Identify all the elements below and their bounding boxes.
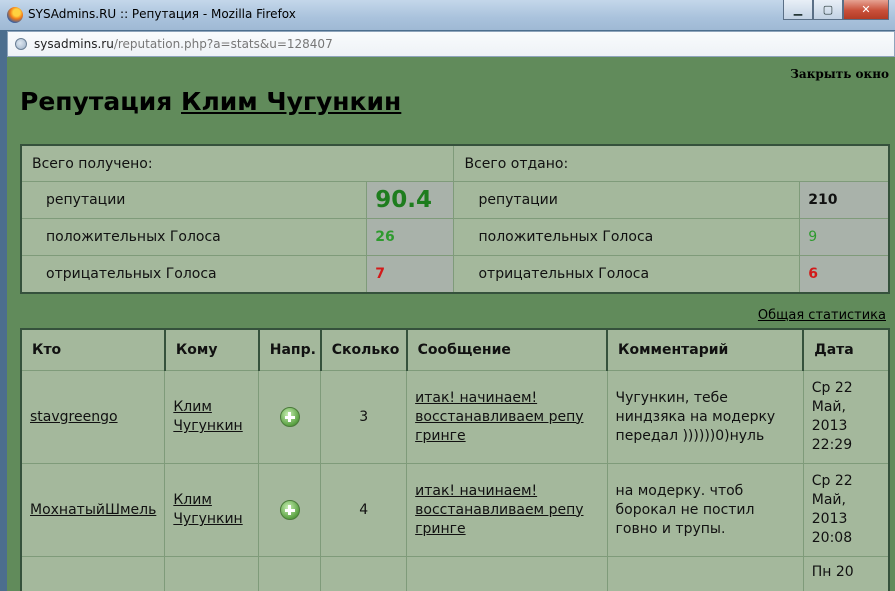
maximize-button[interactable]: ▢: [813, 0, 843, 20]
col-direction: Напр.: [258, 328, 322, 371]
minimize-button[interactable]: ▁: [783, 0, 813, 20]
col-amount: Сколько: [320, 328, 408, 371]
address-url[interactable]: sysadmins.ru/reputation.php?a=stats&u=12…: [34, 37, 333, 51]
address-domain: sysadmins.ru: [34, 37, 114, 51]
direction-cell: [258, 370, 322, 464]
plus-icon: [279, 407, 300, 427]
message-link[interactable]: итак! начинаем! восстанавливаем репу гри…: [415, 483, 583, 537]
who-cell: [20, 556, 166, 591]
globe-icon: [15, 38, 27, 50]
reputation-summary-table: Всего получено: Всего отдано: репутации …: [20, 144, 890, 294]
general-stats-link[interactable]: Общая статистика: [758, 308, 886, 323]
message-cell: итак! начинаем! восстанавливаем репу гри…: [406, 370, 608, 464]
page-content: Закрыть окно Репутация Клим Чугункин Все…: [7, 57, 895, 591]
col-message: Сообщение: [406, 328, 609, 371]
col-date: Дата: [802, 328, 890, 371]
received-positive-label: положительных Голоса: [20, 218, 368, 256]
amount-cell: 4: [320, 463, 408, 557]
address-bar[interactable]: sysadmins.ru/reputation.php?a=stats&u=12…: [7, 31, 895, 57]
close-window-button[interactable]: ✕: [843, 0, 889, 20]
table-row: stavgreengo Клим Чугункин 3 итак! начина…: [20, 370, 890, 464]
given-positive-value: 9: [799, 218, 890, 256]
given-reputation-label: репутации: [453, 181, 801, 219]
to-user-link[interactable]: Клим Чугункин: [173, 492, 242, 527]
col-to: Кому: [164, 328, 260, 371]
date-cell: Ср 22 Май, 2013 22:29: [802, 370, 890, 464]
comment-cell: [606, 556, 804, 591]
given-positive-label: положительных Голоса: [453, 218, 801, 256]
page-title: Репутация Клим Чугункин: [20, 87, 401, 116]
amount-cell: 3: [320, 370, 408, 464]
direction-cell: [258, 556, 322, 591]
amount-cell: [320, 556, 408, 591]
col-who: Кто: [20, 328, 166, 371]
user-profile-link[interactable]: Клим Чугункин: [181, 87, 401, 116]
given-negative-value: 6: [799, 255, 890, 294]
to-cell: Клим Чугункин: [164, 370, 260, 464]
direction-cell: [258, 463, 322, 557]
message-link[interactable]: итак! начинаем! восстанавливаем репу гри…: [415, 390, 583, 444]
message-cell: [406, 556, 608, 591]
date-cell: Пн 20: [802, 556, 890, 591]
who-user-link[interactable]: stavgreengo: [30, 409, 118, 425]
given-header: Всего отдано:: [453, 144, 890, 182]
col-comment: Комментарий: [606, 328, 805, 371]
given-negative-label: отрицательных Голоса: [453, 255, 801, 294]
who-user-link[interactable]: МохнатыйШмель: [30, 502, 156, 518]
address-path: /reputation.php?a=stats&u=128407: [113, 37, 333, 51]
received-header: Всего получено:: [20, 144, 455, 182]
received-positive-value: 26: [366, 218, 455, 256]
comment-cell: Чугункин, тебе ниндзяка на модерку перед…: [606, 370, 804, 464]
received-reputation-value: 90.4: [366, 181, 455, 219]
window-title: SYSAdmins.RU :: Репутация - Mozilla Fire…: [28, 7, 296, 21]
close-window-link[interactable]: Закрыть окно: [790, 67, 889, 81]
window-titlebar: SYSAdmins.RU :: Репутация - Mozilla Fire…: [0, 0, 895, 30]
window-controls: ▁ ▢ ✕: [783, 0, 889, 22]
who-cell: МохнатыйШмель: [20, 463, 166, 557]
to-cell: [164, 556, 260, 591]
given-reputation-value: 210: [799, 181, 890, 219]
table-row: МохнатыйШмель Клим Чугункин 4 итак! начи…: [20, 463, 890, 557]
to-user-link[interactable]: Клим Чугункин: [173, 399, 242, 434]
reputation-log-table: Кто Кому Напр. Сколько Сообщение Коммент…: [20, 328, 890, 591]
firefox-icon: [7, 7, 23, 23]
received-negative-label: отрицательных Голоса: [20, 255, 368, 294]
received-negative-value: 7: [366, 255, 455, 294]
log-header-row: Кто Кому Напр. Сколько Сообщение Коммент…: [20, 328, 890, 371]
plus-icon: [279, 500, 300, 520]
to-cell: Клим Чугункин: [164, 463, 260, 557]
close-icon: ✕: [861, 3, 871, 16]
received-reputation-label: репутации: [20, 181, 368, 219]
message-cell: итак! начинаем! восстанавливаем репу гри…: [406, 463, 608, 557]
table-row: Пн 20: [20, 556, 890, 591]
who-cell: stavgreengo: [20, 370, 166, 464]
maximize-icon: ▢: [822, 3, 834, 16]
page-title-prefix: Репутация: [20, 87, 182, 116]
date-cell: Ср 22 Май, 2013 20:08: [802, 463, 890, 557]
comment-cell: на модерку. чтоб борокал не постил говно…: [606, 463, 804, 557]
minimize-icon: ▁: [793, 3, 803, 16]
